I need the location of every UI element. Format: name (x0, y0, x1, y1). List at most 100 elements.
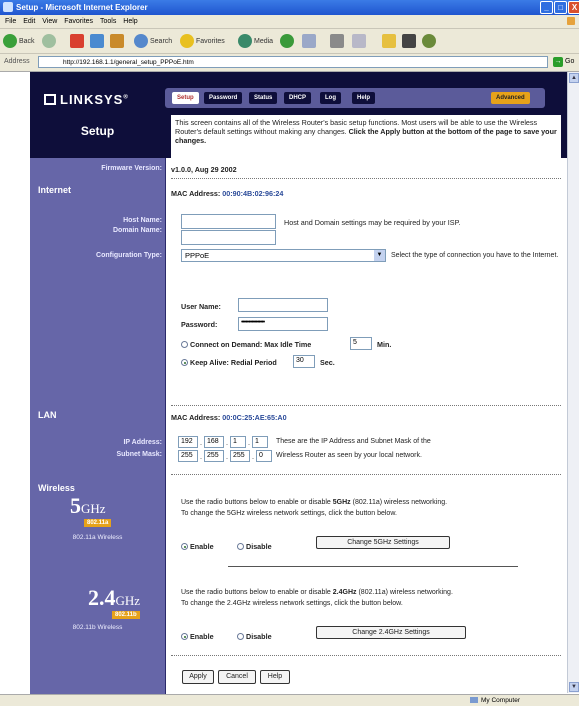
mask-octet-4[interactable]: 0 (256, 450, 272, 462)
messenger-button[interactable] (402, 33, 418, 49)
cancel-button[interactable]: Cancel (218, 670, 256, 684)
user-name-input[interactable] (238, 298, 328, 312)
vertical-scrollbar[interactable]: ▲ ▼ (567, 72, 579, 693)
security-zone: My Computer (470, 696, 520, 705)
stop-button[interactable] (70, 33, 86, 49)
history-icon (280, 34, 294, 48)
ip-octet-2[interactable]: 168 (204, 436, 224, 448)
tab-password[interactable]: Password (204, 92, 243, 104)
maximize-button[interactable]: □ (554, 1, 567, 14)
mask-octet-2[interactable]: 255 (204, 450, 224, 462)
menu-favorites[interactable]: Favorites (64, 15, 93, 28)
divider (171, 178, 561, 179)
lan-mac-value: 00:0C:25:AE:65:A0 (222, 413, 287, 422)
menu-view[interactable]: View (42, 15, 57, 28)
tab-log[interactable]: Log (320, 92, 341, 104)
mail-button[interactable] (302, 33, 318, 49)
back-button[interactable]: Back (3, 33, 35, 49)
folder-button[interactable] (382, 33, 398, 49)
scroll-up-icon[interactable]: ▲ (569, 73, 579, 83)
forward-arrow-icon (42, 34, 56, 48)
5ghz-description-line1: Use the radio buttons below to enable or… (181, 499, 447, 506)
redial-period-input[interactable]: 30 (293, 355, 315, 368)
ip-octet-3[interactable]: 1 (230, 436, 246, 448)
go-arrow-icon[interactable]: → (553, 57, 563, 67)
menu-tools[interactable]: Tools (100, 15, 116, 28)
change-5ghz-settings-button[interactable]: Change 5GHz Settings (316, 536, 450, 549)
mask-octet-3[interactable]: 255 (230, 450, 250, 462)
ip-dot: . (226, 438, 228, 447)
minimize-button[interactable]: _ (540, 1, 553, 14)
2-4ghz-disable-option[interactable]: Disable (237, 632, 272, 641)
config-type-note: Select the type of connection you have t… (391, 252, 559, 259)
keep-alive-label: Keep Alive: Redial Period (190, 358, 277, 367)
tab-dhcp[interactable]: DHCP (284, 92, 312, 104)
chevron-down-icon[interactable]: ▼ (374, 250, 385, 261)
5ghz-enable-option[interactable]: Enable (181, 542, 214, 551)
home-button[interactable] (110, 33, 126, 49)
max-idle-time-unit: Min. (377, 340, 392, 349)
change-2-4ghz-settings-button[interactable]: Change 2.4GHz Settings (316, 626, 466, 639)
2-4ghz-enable-option[interactable]: Enable (181, 632, 214, 641)
print-button[interactable] (330, 33, 346, 49)
favorites-button[interactable]: Favorites (180, 33, 225, 49)
apply-button[interactable]: Apply (182, 670, 214, 684)
discuss-icon (422, 34, 436, 48)
menu-bar: File Edit View Favorites Tools Help (0, 15, 579, 29)
tab-strip: Setup Password Status DHCP Log Help Adva… (165, 88, 545, 108)
firmware-label: Firmware Version: (101, 165, 162, 172)
connect-on-demand-option[interactable]: Connect on Demand: Max Idle Time (181, 340, 311, 349)
tab-setup[interactable]: Setup (172, 92, 199, 104)
media-label: Media (254, 37, 274, 45)
edit-button[interactable] (352, 33, 368, 49)
history-button[interactable] (280, 33, 296, 49)
my-computer-icon (470, 697, 478, 703)
menu-help[interactable]: Help (123, 15, 137, 28)
domain-name-input[interactable] (181, 230, 276, 245)
search-button[interactable]: Search (134, 33, 172, 49)
ip-octet-4[interactable]: 1 (252, 436, 268, 448)
help-button[interactable]: Help (260, 670, 290, 684)
lan-mac: MAC Address: 00:0C:25:AE:65:A0 (171, 413, 287, 422)
media-button[interactable]: Media (238, 33, 273, 49)
tab-help[interactable]: Help (352, 92, 376, 104)
2-4ghz-enable-radio[interactable] (181, 633, 188, 640)
password-label: Password: (181, 320, 218, 329)
discuss-button[interactable] (422, 33, 438, 49)
menu-edit[interactable]: Edit (23, 15, 35, 28)
search-icon (134, 34, 148, 48)
address-input[interactable]: http://192.168.1.1/general_setup_PPPoE.h… (38, 56, 548, 68)
close-button[interactable]: X (568, 1, 579, 14)
back-arrow-icon (3, 34, 17, 48)
section-lan: LAN (38, 410, 57, 420)
mask-octet-1[interactable]: 255 (178, 450, 198, 462)
refresh-button[interactable] (90, 33, 106, 49)
max-idle-time-input[interactable]: 5 (350, 337, 372, 350)
config-type-select[interactable]: PPPoE ▼ (181, 249, 386, 262)
5ghz-disable-radio[interactable] (237, 543, 244, 550)
2-4ghz-disable-label: Disable (246, 632, 272, 641)
tab-advanced[interactable]: Advanced (491, 92, 530, 104)
forward-button[interactable] (42, 33, 58, 49)
host-name-input[interactable] (181, 214, 276, 229)
tab-status[interactable]: Status (249, 92, 278, 104)
keep-alive-option[interactable]: Keep Alive: Redial Period (181, 358, 277, 367)
print-icon (330, 34, 344, 48)
menu-file[interactable]: File (5, 15, 16, 28)
5ghz-enable-radio[interactable] (181, 543, 188, 550)
2-4ghz-disable-radio[interactable] (237, 633, 244, 640)
ip-dot: . (200, 438, 202, 447)
5ghz-disable-option[interactable]: Disable (237, 542, 272, 551)
keep-alive-radio[interactable] (181, 359, 188, 366)
2-4ghz-description-line1: Use the radio buttons below to enable or… (181, 589, 453, 596)
2-4ghz-unit: GHz (115, 593, 141, 608)
password-input[interactable]: •••••••••••••••• (238, 317, 328, 331)
ip-octet-1[interactable]: 192 (178, 436, 198, 448)
connect-on-demand-radio[interactable] (181, 341, 188, 348)
section-wireless: Wireless (38, 483, 75, 493)
5ghz-description-line2: To change the 5GHz wireless network sett… (181, 510, 397, 517)
scroll-down-icon[interactable]: ▼ (569, 682, 579, 692)
go-button[interactable]: Go (565, 58, 574, 65)
page-header: LINKSYS® Setup Password Status DHCP Log … (30, 72, 567, 158)
config-type-value: PPPoE (185, 251, 210, 260)
